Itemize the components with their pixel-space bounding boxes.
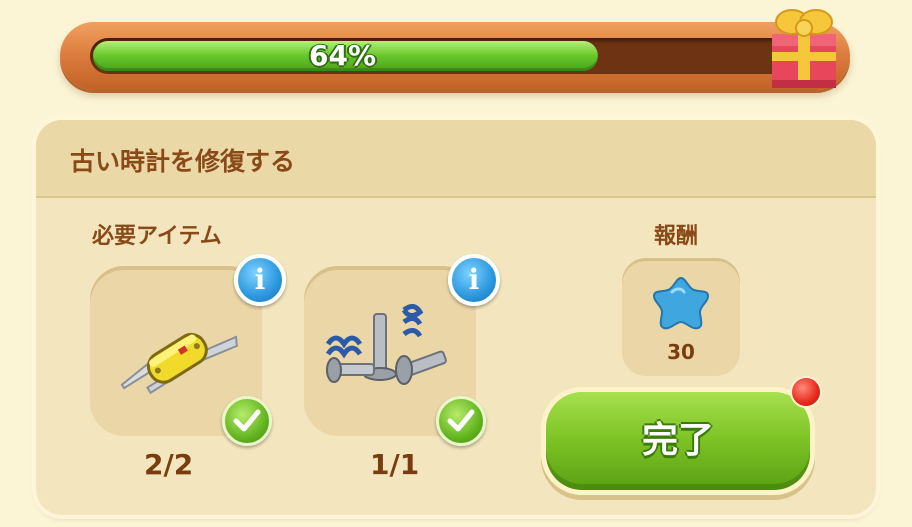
complete-button-label: 完了 [641,420,714,461]
checkmark-icon [222,396,272,446]
quest-progress-bar: 64% [60,22,850,90]
progress-percent-label: 64% [308,39,377,72]
gift-box-icon[interactable] [764,0,844,92]
quest-panel: 古い時計を修復する 必要アイテム i 2/2 i 1/1 報酬 30 完了 [36,120,876,515]
blue-star-icon [652,276,710,330]
item-count: 2/2 [144,448,194,481]
quest-header: 古い時計を修復する [36,120,876,198]
quest-title: 古い時計を修復する [70,147,296,176]
info-icon[interactable]: i [448,254,500,306]
reward-slot: 30 [622,258,740,376]
reward-label: 報酬 [654,224,699,249]
info-icon[interactable]: i [234,254,286,306]
required-items-label: 必要アイテム [92,224,222,249]
notification-dot [790,376,822,408]
progress-track: 64% [90,38,814,74]
checkmark-icon [436,396,486,446]
reward-amount: 30 [667,340,695,364]
item-count: 1/1 [370,448,420,481]
complete-button[interactable]: 完了 [546,392,810,490]
